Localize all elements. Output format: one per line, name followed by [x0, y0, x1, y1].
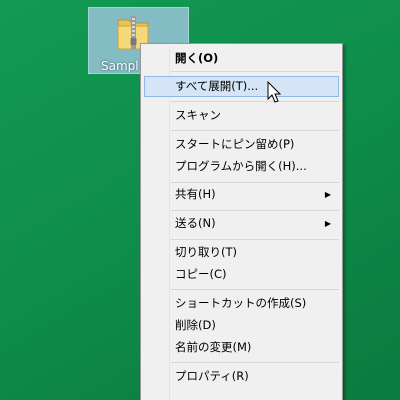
menu-separator: [171, 182, 339, 183]
menu-item-label: 切り取り(T): [175, 245, 237, 259]
menu-item-label: ショートカットの作成(S): [175, 296, 307, 310]
menu-separator: [171, 362, 339, 363]
menu-item-label: コピー(C): [175, 267, 227, 281]
menu-item-label: プロパティ(R): [175, 369, 249, 383]
menu-item-open-with[interactable]: プログラムから開く(H)...: [144, 156, 339, 177]
menu-item-send-to[interactable]: 送る(N) ▶: [144, 213, 339, 234]
menu-item-cut[interactable]: 切り取り(T): [144, 242, 339, 263]
menu-item-label: 開く(O): [175, 51, 219, 65]
menu-item-create-shortcut[interactable]: ショートカットの作成(S): [144, 293, 339, 314]
menu-item-delete[interactable]: 削除(D): [144, 315, 339, 336]
menu-item-pin-to-start[interactable]: スタートにピン留め(P): [144, 134, 339, 155]
menu-item-label: すべて展開(T)...: [175, 79, 259, 93]
menu-item-scan[interactable]: スキャン: [144, 105, 339, 126]
menu-item-label: 名前の変更(M): [175, 340, 252, 354]
menu-item-label: スキャン: [175, 108, 221, 122]
menu-item-copy[interactable]: コピー(C): [144, 264, 339, 285]
menu-item-share[interactable]: 共有(H) ▶: [144, 184, 339, 205]
menu-item-label: 削除(D): [175, 318, 216, 332]
menu-item-label: スタートにピン留め(P): [175, 137, 295, 151]
menu-separator: [171, 239, 339, 240]
menu-item-open[interactable]: 開く(O): [144, 48, 339, 69]
mouse-cursor-icon: [267, 81, 282, 103]
context-menu: 開く(O) すべて展開(T)... スキャン スタートにピン留め(P) プログラ…: [140, 43, 343, 400]
menu-item-rename[interactable]: 名前の変更(M): [144, 337, 339, 358]
menu-separator: [171, 210, 339, 211]
menu-separator: [171, 289, 339, 290]
menu-separator: [171, 71, 339, 72]
menu-separator: [171, 130, 339, 131]
submenu-arrow-icon: ▶: [324, 219, 331, 228]
menu-item-label: 共有(H): [175, 187, 216, 201]
submenu-arrow-icon: ▶: [324, 190, 331, 199]
menu-item-properties[interactable]: プロパティ(R): [144, 366, 339, 387]
menu-separator: [171, 101, 339, 102]
menu-item-label: 送る(N): [175, 216, 216, 230]
desktop-icon-label[interactable]: Sampl: [101, 59, 139, 73]
menu-item-label: プログラムから開く(H)...: [175, 159, 307, 173]
menu-item-extract-all[interactable]: すべて展開(T)...: [144, 76, 339, 97]
